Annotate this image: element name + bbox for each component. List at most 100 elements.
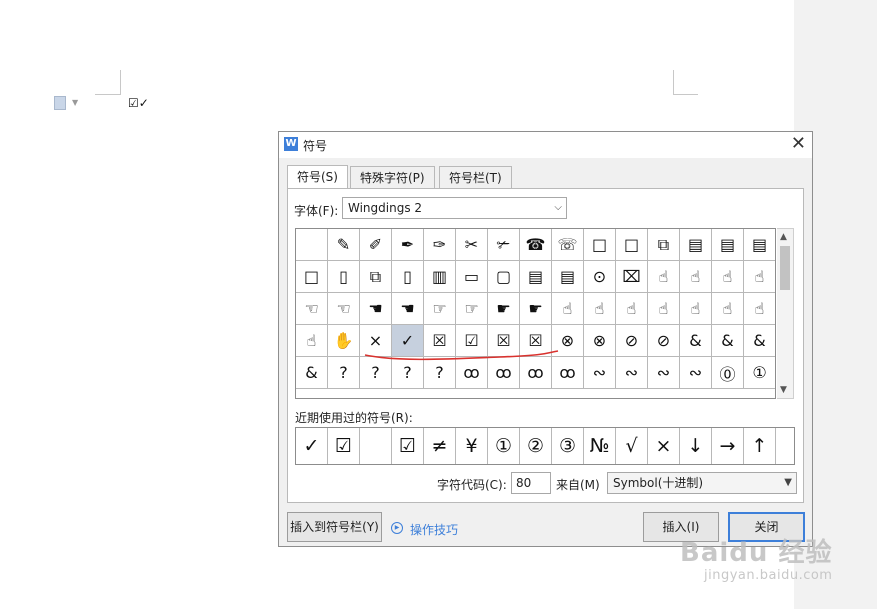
symbol-cell[interactable]: ▤ xyxy=(680,229,712,261)
symbol-cell[interactable]: & xyxy=(744,325,775,357)
symbol-cell[interactable]: ⊘ xyxy=(648,325,680,357)
symbol-cell[interactable]: ▯ xyxy=(392,261,424,293)
symbol-cell[interactable]: ✂ xyxy=(456,229,488,261)
recent-symbol-cell[interactable]: ↓ xyxy=(680,428,712,464)
symbol-cell[interactable]: ⊗ xyxy=(552,325,584,357)
symbol-cell[interactable]: ▥ xyxy=(424,261,456,293)
symbol-cell[interactable]: ꝏ xyxy=(552,357,584,389)
scrollbar-thumb[interactable] xyxy=(780,246,790,290)
symbol-cell[interactable]: ? xyxy=(360,357,392,389)
symbol-cell[interactable]: ∾ xyxy=(584,357,616,389)
symbol-cell[interactable]: ☜ xyxy=(296,293,328,325)
symbol-cell[interactable]: ⊘ xyxy=(616,325,648,357)
symbol-cell[interactable]: ▢ xyxy=(488,261,520,293)
symbol-cell[interactable]: ✃ xyxy=(488,229,520,261)
recent-symbol-cell[interactable]: √ xyxy=(616,428,648,464)
symbol-cell[interactable]: & xyxy=(680,325,712,357)
tips-link[interactable]: 操作技巧 xyxy=(410,521,458,538)
symbol-cell[interactable]: ⧉ xyxy=(360,261,392,293)
symbol-cell[interactable]: ① xyxy=(744,357,775,389)
symbol-cell[interactable]: ☝ xyxy=(648,261,680,293)
symbol-cell[interactable]: □ xyxy=(616,229,648,261)
symbol-cell[interactable]: ✋ xyxy=(328,325,360,357)
symbol-cell[interactable]: ☝ xyxy=(296,325,328,357)
symbol-cell[interactable]: ☏ xyxy=(552,229,584,261)
symbol-cell[interactable]: & xyxy=(296,357,328,389)
font-select[interactable]: Wingdings 2 ⌵ xyxy=(342,197,567,219)
recent-symbol-cell[interactable]: ① xyxy=(488,428,520,464)
symbol-cell[interactable]: ✐ xyxy=(360,229,392,261)
symbol-cell[interactable]: ☞ xyxy=(456,293,488,325)
symbol-grid-scrollbar[interactable]: ▲ ▼ xyxy=(777,228,794,399)
recent-symbol-cell[interactable]: ✓ xyxy=(296,428,328,464)
scroll-up-icon[interactable]: ▲ xyxy=(780,232,787,242)
recent-symbol-cell[interactable] xyxy=(360,428,392,464)
symbol-cell[interactable]: ▭ xyxy=(456,261,488,293)
tab-symbol[interactable]: 符号(S) xyxy=(287,165,348,189)
symbol-cell[interactable]: ▯ xyxy=(328,261,360,293)
symbol-cell[interactable]: × xyxy=(360,325,392,357)
recent-symbol-cell[interactable]: → xyxy=(712,428,744,464)
symbol-cell[interactable]: ☝ xyxy=(712,261,744,293)
symbol-cell[interactable]: ꝏ xyxy=(520,357,552,389)
symbol-cell[interactable]: ☚ xyxy=(360,293,392,325)
symbol-cell[interactable]: ⊗ xyxy=(584,325,616,357)
symbol-cell[interactable]: ☝ xyxy=(744,261,775,293)
symbol-cell[interactable]: ☎ xyxy=(520,229,552,261)
symbol-cell[interactable]: ꝏ xyxy=(488,357,520,389)
symbol-cell[interactable]: ☝ xyxy=(744,293,775,325)
symbol-cell[interactable]: ✑ xyxy=(424,229,456,261)
insert-to-symbol-bar-button[interactable]: 插入到符号栏(Y) xyxy=(287,512,382,542)
symbol-cell[interactable]: ? xyxy=(424,357,456,389)
scroll-down-icon[interactable]: ▼ xyxy=(780,385,787,395)
paragraph-doc-icon[interactable] xyxy=(54,96,66,110)
symbol-cell[interactable]: ⌧ xyxy=(616,261,648,293)
symbol-cell[interactable]: & xyxy=(712,325,744,357)
symbol-cell[interactable]: ☝ xyxy=(552,293,584,325)
tab-special-characters[interactable]: 特殊字符(P) xyxy=(350,166,435,188)
symbol-cell[interactable]: ⧉ xyxy=(648,229,680,261)
chevron-down-icon[interactable]: ⌵ xyxy=(554,198,562,218)
from-select[interactable]: Symbol(十进制) ▼ xyxy=(607,472,797,494)
symbol-cell[interactable]: ? xyxy=(392,357,424,389)
symbol-cell[interactable]: ∾ xyxy=(616,357,648,389)
recent-symbol-cell[interactable]: ≠ xyxy=(424,428,456,464)
symbol-cell[interactable]: ∾ xyxy=(680,357,712,389)
recent-symbol-cell[interactable]: ☑ xyxy=(392,428,424,464)
chevron-down-icon[interactable]: ▼ xyxy=(784,473,792,493)
symbol-cell[interactable] xyxy=(296,229,328,261)
symbol-cell[interactable]: □ xyxy=(584,229,616,261)
symbol-cell[interactable]: ☝ xyxy=(680,261,712,293)
symbol-cell[interactable]: ✎ xyxy=(328,229,360,261)
symbol-cell[interactable]: ⊙ xyxy=(584,261,616,293)
document-text[interactable]: ☑✓ xyxy=(128,96,149,110)
symbol-cell[interactable]: ꝏ xyxy=(456,357,488,389)
symbol-cell[interactable]: ☝ xyxy=(584,293,616,325)
symbol-cell[interactable]: ☝ xyxy=(680,293,712,325)
chevron-down-icon[interactable]: ▼ xyxy=(72,98,78,107)
symbol-cell[interactable]: ☑ xyxy=(456,325,488,357)
symbol-cell[interactable]: ▤ xyxy=(712,229,744,261)
symbol-cell[interactable]: ▤ xyxy=(552,261,584,293)
symbol-cell[interactable]: ⓪ xyxy=(712,357,744,389)
recent-symbol-cell[interactable]: ¥ xyxy=(456,428,488,464)
symbol-cell[interactable]: ? xyxy=(328,357,360,389)
symbol-cell[interactable]: ✓ xyxy=(392,325,424,357)
symbol-cell[interactable]: ▤ xyxy=(744,229,775,261)
symbol-cell[interactable]: ☝ xyxy=(712,293,744,325)
symbol-cell[interactable]: ▤ xyxy=(520,261,552,293)
recent-symbol-cell[interactable]: ↑ xyxy=(744,428,776,464)
recent-symbol-cell[interactable]: × xyxy=(648,428,680,464)
char-code-input[interactable]: 80 xyxy=(511,472,551,494)
symbol-grid[interactable]: ✎ ✐ ✒ ✑ ✂ ✃ ☎ ☏ □ □ ⧉ ▤ ▤ ▤ □ ▯ ⧉ ▯ ▥ ▭ ▢ ▤ ▤ ⊙ ⌧ ☝ ☝ ☝ ☝ ☜ ☜ ☚ ☚ ☞ ☞ ☛ ☛ ☝ ☝ ☝… xyxy=(295,228,776,399)
symbol-cell[interactable]: ☒ xyxy=(520,325,552,357)
tab-symbol-bar[interactable]: 符号栏(T) xyxy=(439,166,512,188)
symbol-cell[interactable]: ☒ xyxy=(488,325,520,357)
play-icon[interactable]: ▶ xyxy=(391,522,403,534)
symbol-cell[interactable]: ☝ xyxy=(648,293,680,325)
recent-symbol-cell[interactable]: № xyxy=(584,428,616,464)
symbol-cell[interactable]: ☛ xyxy=(520,293,552,325)
symbol-cell[interactable]: ☚ xyxy=(392,293,424,325)
symbol-cell[interactable]: ✒ xyxy=(392,229,424,261)
symbol-cell[interactable]: ☜ xyxy=(328,293,360,325)
